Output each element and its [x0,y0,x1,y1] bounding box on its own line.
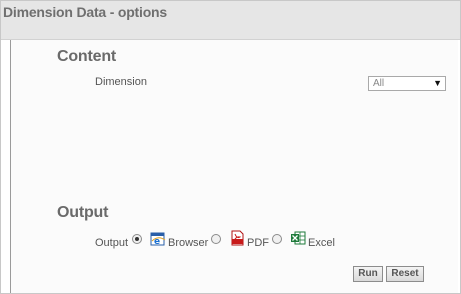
dimension-select[interactable]: All ▼ [368,76,446,91]
dropdown-arrow-icon: ▼ [433,78,442,88]
dimension-label: Dimension [95,76,147,88]
output-excel-radio[interactable] [272,234,282,244]
excel-icon [291,231,306,245]
output-browser-radio[interactable] [132,234,142,244]
output-pdf-radio[interactable] [211,234,221,244]
pdf-option-label[interactable]: PDF [247,237,269,249]
browser-option-label[interactable]: Browser [168,237,208,249]
window-title: Dimension Data - options [3,4,167,20]
output-heading: Output [57,204,109,221]
reset-button[interactable]: Reset [386,266,424,282]
content-heading: Content [57,48,117,65]
output-label: Output [95,237,129,249]
pdf-icon [231,230,244,246]
dialog-window: Dimension Data - options Content Dimensi… [0,0,461,294]
excel-option-label[interactable]: Excel [308,237,335,249]
dimension-select-value: All [373,78,385,89]
run-button[interactable]: Run [353,266,383,282]
title-bar: Dimension Data - options [1,1,460,40]
browser-icon: e [150,232,166,247]
